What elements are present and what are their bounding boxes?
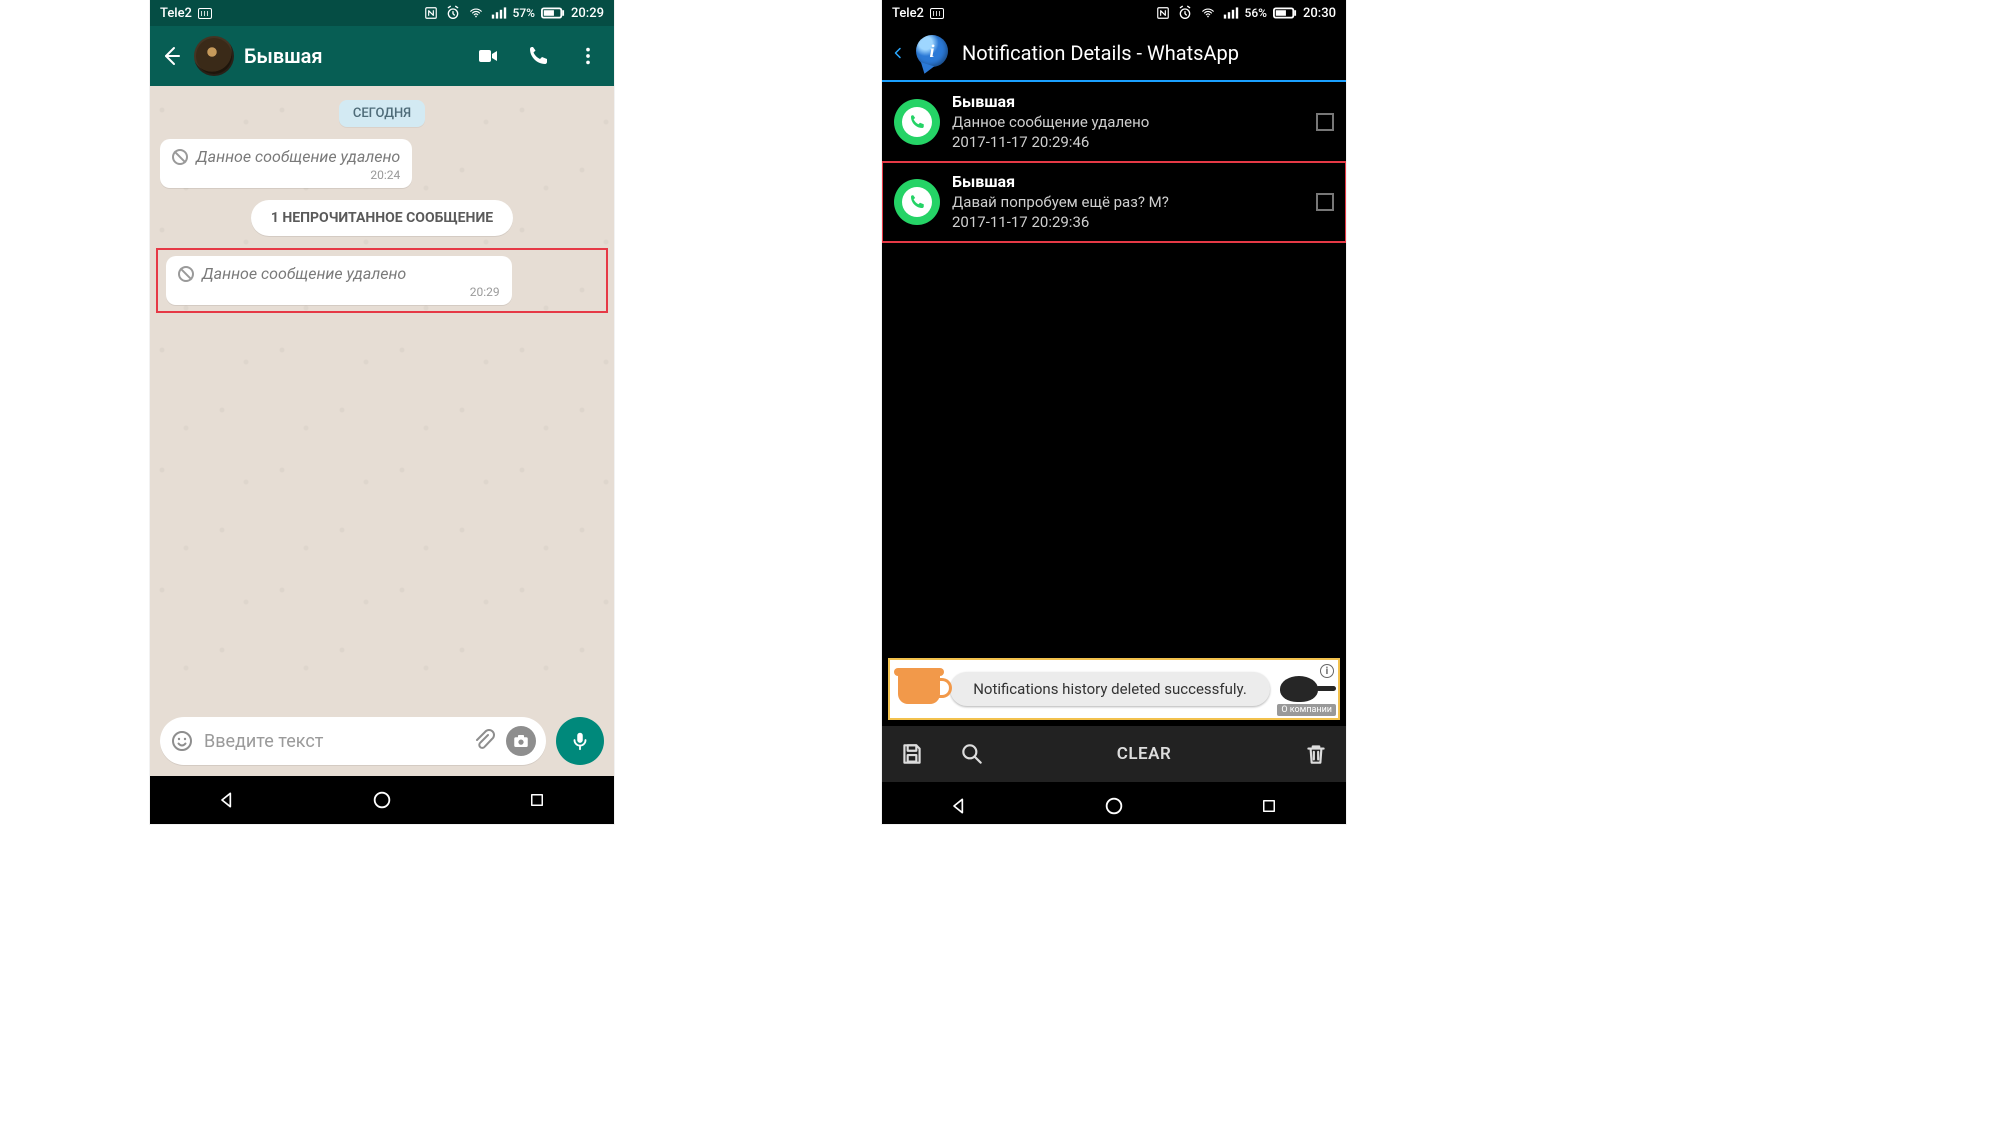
signal-icon <box>491 6 507 20</box>
whatsapp-icon <box>894 179 940 225</box>
ad-image-icon <box>1280 676 1318 702</box>
nav-back-button[interactable] <box>215 788 239 812</box>
notification-body: Данное сообщение удалено <box>952 113 1304 131</box>
contact-name[interactable]: Бывшая <box>244 44 466 68</box>
sim-icon <box>198 8 212 19</box>
message-bubble[interactable]: Данное сообщение удалено 20:24 <box>160 139 412 188</box>
header-actions <box>476 44 606 68</box>
save-button[interactable] <box>882 741 942 767</box>
unread-divider: 1 НЕПРОЧИТАННОЕ СООБЩЕНИЕ <box>251 200 513 236</box>
wifi-icon <box>467 6 485 20</box>
ad-info-icon[interactable]: i <box>1320 664 1334 678</box>
message-placeholder: Введите текст <box>204 731 462 752</box>
clock-label: 20:29 <box>571 6 604 21</box>
carrier-label: Tele2 <box>160 6 192 21</box>
wifi-icon <box>1199 6 1217 20</box>
message-time: 20:29 <box>178 285 500 299</box>
contact-avatar[interactable] <box>194 36 234 76</box>
video-call-button[interactable] <box>476 44 500 68</box>
app-header: i Notification Details - WhatsApp <box>882 26 1346 82</box>
back-button[interactable] <box>158 43 184 69</box>
app-title: Notification Details - WhatsApp <box>962 41 1239 65</box>
battery-percent: 56% <box>1245 6 1267 20</box>
clear-button[interactable]: CLEAR <box>1002 744 1286 764</box>
deleted-icon <box>172 149 188 165</box>
phone-whatsapp: Tele2 57% 20:29 Бывшая <box>150 0 614 824</box>
attach-icon[interactable] <box>472 729 496 753</box>
select-checkbox[interactable] <box>1316 193 1334 211</box>
ad-banner[interactable]: Notifications history deleted successful… <box>888 658 1340 720</box>
notification-time: 2017-11-17 20:29:36 <box>952 213 1304 231</box>
notification-item[interactable]: Бывшая Давай попробуем ещё раз? М? 2017-… <box>882 162 1346 242</box>
highlight-box: Данное сообщение удалено 20:29 <box>156 248 608 313</box>
notification-body: Давай попробуем ещё раз? М? <box>952 193 1304 211</box>
chat-header: Бывшая <box>150 26 614 86</box>
deleted-icon <box>178 266 194 282</box>
status-right: 57% 20:29 <box>423 5 604 21</box>
battery-icon <box>1273 7 1297 19</box>
camera-icon[interactable] <box>506 726 536 756</box>
message-bubble[interactable]: Данное сообщение удалено 20:29 <box>166 256 512 305</box>
notification-title: Бывшая <box>952 92 1304 111</box>
message-input[interactable]: Введите текст <box>160 717 546 765</box>
status-bar: Tele2 57% 20:29 <box>150 0 614 26</box>
nfc-icon <box>423 6 439 20</box>
nav-home-button[interactable] <box>1102 794 1126 818</box>
ad-image-icon <box>898 674 940 704</box>
select-checkbox[interactable] <box>1316 113 1334 131</box>
status-left: Tele2 <box>160 6 212 21</box>
notification-list[interactable]: Бывшая Данное сообщение удалено 2017-11-… <box>882 82 1346 242</box>
notification-item[interactable]: Бывшая Данное сообщение удалено 2017-11-… <box>882 82 1346 162</box>
sim-icon <box>930 8 944 19</box>
search-button[interactable] <box>942 741 1002 767</box>
empty-area <box>882 242 1346 658</box>
nav-recent-button[interactable] <box>1257 794 1281 818</box>
status-left: Tele2 <box>892 6 944 21</box>
alarm-icon <box>445 5 461 21</box>
whatsapp-icon <box>894 99 940 145</box>
more-menu-button[interactable] <box>576 44 600 68</box>
message-text: Данное сообщение удалено <box>196 147 400 166</box>
status-right: 56% 20:30 <box>1155 5 1336 21</box>
android-nav-bar <box>150 776 614 824</box>
battery-icon <box>541 7 565 19</box>
delete-button[interactable] <box>1286 741 1346 767</box>
emoji-icon[interactable] <box>170 729 194 753</box>
signal-icon <box>1223 6 1239 20</box>
android-nav-bar <box>882 782 1346 824</box>
nav-recent-button[interactable] <box>525 788 549 812</box>
chat-body[interactable]: СЕГОДНЯ Данное сообщение удалено 20:24 1… <box>150 86 614 706</box>
ad-tag: О компании <box>1277 704 1336 716</box>
nav-back-button[interactable] <box>947 794 971 818</box>
alarm-icon <box>1177 5 1193 21</box>
bottom-toolbar: CLEAR <box>882 726 1346 782</box>
carrier-label: Tele2 <box>892 6 924 21</box>
nfc-icon <box>1155 6 1171 20</box>
app-logo-icon: i <box>916 35 952 71</box>
phone-notification-app: Tele2 56% 20:30 i Notification Details -… <box>882 0 1346 824</box>
notification-title: Бывшая <box>952 172 1304 191</box>
message-time: 20:24 <box>172 168 400 182</box>
nav-home-button[interactable] <box>370 788 394 812</box>
status-bar: Tele2 56% 20:30 <box>882 0 1346 26</box>
voice-call-button[interactable] <box>526 44 550 68</box>
toast-message: Notifications history deleted successful… <box>950 672 1270 706</box>
voice-message-button[interactable] <box>556 717 604 765</box>
message-input-bar: Введите текст <box>150 706 614 776</box>
date-chip: СЕГОДНЯ <box>339 100 425 127</box>
battery-percent: 57% <box>513 6 535 20</box>
back-button[interactable] <box>890 43 906 63</box>
clock-label: 20:30 <box>1303 6 1336 21</box>
notification-time: 2017-11-17 20:29:46 <box>952 133 1304 151</box>
message-text: Данное сообщение удалено <box>202 264 406 283</box>
